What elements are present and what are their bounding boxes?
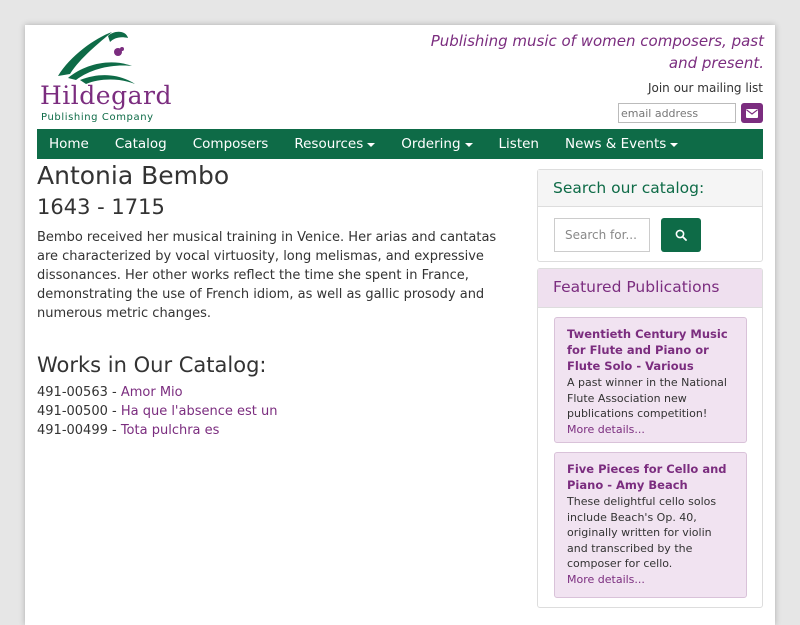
nav-item-catalog[interactable]: Catalog — [102, 129, 180, 159]
email-input[interactable] — [618, 103, 736, 123]
featured-more-link[interactable]: More details... — [567, 572, 734, 588]
featured-panel: Featured Publications Twentieth Century … — [537, 268, 763, 608]
mailing-list-label: Join our mailing list — [647, 81, 763, 95]
work-separator: - — [107, 423, 121, 438]
site-tagline: Publishing music of women composers, pas… — [430, 32, 764, 72]
nav-item-resources[interactable]: Resources — [281, 129, 388, 159]
featured-title[interactable]: Twentieth Century Music for Flute and Pi… — [567, 326, 734, 374]
search-icon — [675, 229, 687, 241]
nav-item-label: Ordering — [401, 136, 461, 152]
mailing-submit-button[interactable] — [741, 103, 763, 123]
featured-description: These delightful cello solos include Bea… — [567, 495, 717, 570]
nav-item-label: Home — [49, 136, 89, 152]
work-number: 491-00500 — [37, 404, 108, 419]
featured-more-link[interactable]: More details... — [567, 422, 734, 438]
envelope-icon — [746, 108, 758, 118]
nav-item-label: Resources — [294, 136, 364, 152]
main-content: Antonia Bembo 1643 - 1715 Bembo received… — [37, 160, 517, 440]
nav-item-listen[interactable]: Listen — [486, 129, 552, 159]
nav-item-label: News & Events — [565, 136, 667, 152]
nav-item-label: Composers — [192, 136, 269, 152]
work-number: 491-00563 — [37, 385, 108, 400]
work-item: 491-00499 - Tota pulchra es — [37, 421, 517, 440]
nav-item-home[interactable]: Home — [37, 129, 102, 159]
main-nav: Home Catalog Composers Resources Orderin… — [37, 129, 763, 159]
logo-subtitle: Publishing Company — [41, 112, 154, 123]
nav-item-label: Listen — [498, 136, 539, 152]
featured-title[interactable]: Five Pieces for Cello and Piano - Amy Be… — [567, 461, 734, 493]
composer-bio: Bembo received her musical training in V… — [37, 230, 497, 321]
catalog-search-input[interactable] — [554, 218, 650, 252]
hildegard-logo[interactable]: Hildegard Publishing Company — [40, 28, 171, 126]
nav-item-composers[interactable]: Composers — [180, 129, 282, 159]
caret-down-icon — [464, 142, 473, 147]
featured-description: A past winner in the National Flute Asso… — [567, 376, 727, 420]
catalog-search-button[interactable] — [661, 218, 701, 252]
logo-wordmark: Hildegard — [40, 81, 172, 110]
composer-name: Antonia Bembo — [37, 161, 230, 190]
logo-swirl-icon — [58, 31, 135, 84]
search-panel: Search our catalog: — [537, 169, 763, 262]
featured-card: Twentieth Century Music for Flute and Pi… — [554, 317, 747, 443]
work-item: 491-00500 - Ha que l'absence est un — [37, 402, 517, 421]
work-link[interactable]: Amor Mio — [121, 385, 183, 400]
featured-panel-heading: Featured Publications — [538, 269, 762, 308]
caret-down-icon — [367, 142, 376, 147]
nav-item-ordering[interactable]: Ordering — [388, 129, 485, 159]
work-separator: - — [107, 404, 121, 419]
nav-item-news-events[interactable]: News & Events — [552, 129, 691, 159]
works-heading: Works in Our Catalog: — [37, 353, 267, 377]
work-number: 491-00499 — [37, 423, 108, 438]
work-link[interactable]: Ha que l'absence est un — [121, 404, 278, 419]
work-link[interactable]: Tota pulchra es — [121, 423, 220, 438]
work-separator: - — [107, 385, 121, 400]
nav-item-label: Catalog — [114, 136, 167, 152]
work-item: 491-00563 - Amor Mio — [37, 383, 517, 402]
featured-card: Five Pieces for Cello and Piano - Amy Be… — [554, 452, 747, 598]
composer-dates: 1643 - 1715 — [37, 195, 165, 219]
search-panel-heading: Search our catalog: — [538, 170, 762, 207]
caret-down-icon — [670, 142, 679, 147]
